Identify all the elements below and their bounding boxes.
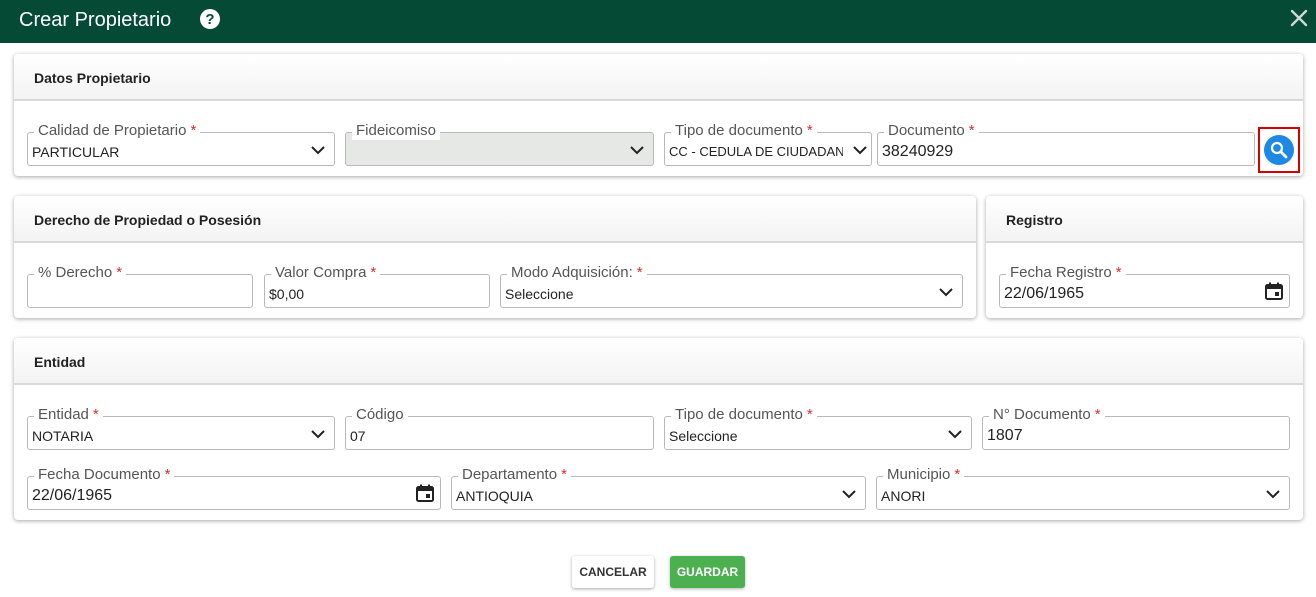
cancel-button[interactable]: CANCELAR [572,556,654,588]
help-icon[interactable]: ? [200,9,220,29]
valor-compra-input[interactable]: Valor Compra * $0,00 [264,264,490,308]
field-label: Fecha Documento [38,466,161,483]
chevron-down-icon [311,430,325,439]
field-value: NOTARIA [32,428,94,444]
calendar-icon[interactable] [415,483,435,503]
entidad-tipo-documento-select[interactable]: Tipo de documento * Seleccione [664,406,972,450]
fecha-documento-input[interactable]: Fecha Documento * 22/06/1965 [27,466,441,510]
card-header: Derecho de Propiedad o Posesión [14,196,976,243]
field-value: 07 [350,428,366,444]
chevron-down-icon [311,146,325,155]
dialog-title: Crear Propietario [19,9,172,31]
card-header: Registro [986,196,1303,243]
documento-input[interactable]: Documento * 38240929 [877,122,1255,166]
modo-adquisicion-select[interactable]: Modo Adquisición: * Seleccione [500,264,963,308]
calidad-propietario-select[interactable]: Calidad de Propietario * PARTICULAR [27,122,335,166]
required-marker: * [968,122,975,139]
close-icon[interactable] [1289,8,1309,28]
chevron-down-icon [1266,490,1280,499]
fecha-registro-input[interactable]: Fecha Registro * 22/06/1965 [999,264,1290,308]
field-label: Documento [888,122,965,139]
field-value: $0,00 [269,286,305,302]
field-label: Departamento [462,466,558,483]
required-marker: * [954,466,961,483]
chevron-down-icon [948,430,962,439]
field-label: Fecha Registro [1010,264,1112,281]
required-marker: * [636,264,643,281]
field-label: Tipo de documento [675,122,803,139]
card-title: Registro [1006,212,1063,228]
departamento-select[interactable]: Departamento * ANTIOQUIA [451,466,866,510]
required-marker: * [164,466,171,483]
fideicomiso-select[interactable]: Fideicomiso [345,122,654,166]
field-value: 38240929 [882,143,954,160]
chevron-down-icon [842,490,856,499]
municipio-select[interactable]: Municipio * ANORI [876,466,1290,510]
field-label: Tipo de documento [675,406,803,423]
required-marker: * [561,466,567,483]
chevron-down-icon [853,146,867,155]
search-button[interactable] [1258,127,1300,173]
codigo-input[interactable]: Código 07 [345,406,654,450]
card-header: Datos Propietario [14,54,1303,101]
field-value: 22/06/1965 [32,487,113,504]
field-value: ANORI [881,488,926,504]
save-button[interactable]: GUARDAR [670,556,745,588]
required-marker: * [806,406,813,423]
required-marker: * [116,264,123,281]
tipo-documento-select[interactable]: Tipo de documento * CC - CEDULA DE CIUDAD… [664,122,872,166]
required-marker: * [370,264,377,281]
field-value: 1807 [987,427,1023,444]
field-label: Valor Compra [275,264,367,281]
field-label: Código [356,406,404,423]
card-header: Entidad [14,338,1303,385]
card-title: Datos Propietario [34,70,151,86]
card-title: Entidad [34,354,86,370]
field-label: Modo Adquisición: [511,264,633,281]
field-value: 22/06/1965 [1004,285,1085,302]
field-label: % Derecho [38,264,113,281]
field-value: PARTICULAR [32,144,120,160]
field-value: CC - CEDULA DE CIUDADANIA [669,144,843,159]
field-label: N° Documento [993,406,1091,423]
required-marker: * [1094,406,1101,423]
field-label: Municipio [887,466,951,483]
porcentaje-derecho-input[interactable]: % Derecho * [27,264,253,308]
required-marker: * [92,406,99,423]
search-icon [1270,141,1288,159]
required-marker: * [806,122,813,139]
calendar-icon[interactable] [1264,281,1284,301]
numero-documento-input[interactable]: N° Documento * 1807 [982,406,1290,450]
entidad-select[interactable]: Entidad * NOTARIA [27,406,335,450]
dialog-titlebar: Crear Propietario ? [0,0,1316,43]
field-value: Seleccione [669,428,738,444]
field-label: Entidad [38,406,89,423]
chevron-down-icon [630,146,644,155]
field-label: Fideicomiso [356,122,437,139]
chevron-down-icon [939,288,953,297]
required-marker: * [1115,264,1122,281]
field-value: ANTIOQUIA [456,488,534,504]
card-title: Derecho de Propiedad o Posesión [34,212,262,228]
field-label: Calidad de Propietario [38,122,187,139]
required-marker: * [190,122,197,139]
field-value: Seleccione [505,286,574,302]
